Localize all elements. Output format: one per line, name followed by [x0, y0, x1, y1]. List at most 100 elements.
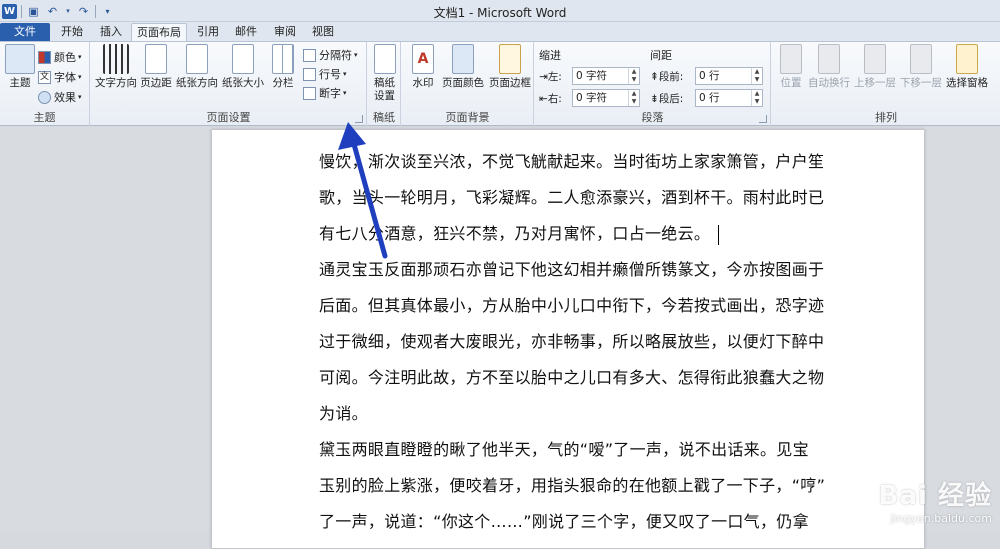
document-area[interactable]: 慢饮，渐次谈至兴浓，不觉飞觥献起来。当时街坊上家家箫管，户户笙 歌，当头一轮明月… — [0, 127, 1000, 549]
chevron-down-icon: ▾ — [78, 73, 82, 81]
indent-label: 缩进 — [539, 49, 561, 62]
wrap-text-icon — [818, 44, 840, 74]
orientation-icon — [186, 44, 208, 74]
text-line[interactable]: 通灵宝玉反面那顽石亦曾记下他这幻相并癞僧所镌篆文，今亦按图画于 — [319, 252, 824, 288]
theme-fonts-button[interactable]: 文 字体 ▾ — [38, 68, 82, 86]
text-line[interactable]: 了一声，说道：“你这个……”刚说了三个字，便又叹了一口气，仍拿 — [319, 504, 819, 540]
paragraph-dialog-launcher-icon[interactable] — [759, 115, 767, 123]
window-title: 文档1 - Microsoft Word — [433, 6, 567, 20]
spacing-before-field[interactable]: 0 行 ▲ ▼ — [695, 67, 763, 85]
spacing-before-icon: ⇞ — [650, 71, 659, 83]
spinner-arrows-icon[interactable]: ▲ ▼ — [628, 68, 639, 84]
group-label: 主题 — [33, 111, 56, 124]
line-numbers-button[interactable]: 行号 ▾ — [303, 65, 347, 83]
text-direction-icon — [103, 44, 129, 74]
indent-right-field[interactable]: 0 字符 ▲ ▼ — [572, 89, 640, 107]
tab-insert[interactable]: 插入 — [96, 23, 126, 42]
paragraph-group: 缩进 间距 ⇥左: 0 字符 ▲ ▼ ⇤右: 0 字符 ▲ ▼ ⇞段前: 0 行 ▲ ▼ ⇟… — [535, 42, 771, 126]
effects-icon — [38, 90, 51, 104]
page-borders-icon — [499, 44, 521, 74]
tab-page-layout[interactable]: 页面布局 — [131, 23, 187, 42]
page-borders-button[interactable]: 页面边框 — [487, 44, 533, 90]
line-numbers-icon — [303, 67, 316, 81]
theme-group: 主题 颜色 ▾ 文 字体 ▾ 效果 ▾ 主题 — [0, 42, 90, 126]
margins-button[interactable]: 页边距 — [139, 44, 173, 90]
text-direction-button[interactable]: 文字方向 — [93, 44, 139, 90]
tab-view[interactable]: 视图 — [308, 23, 338, 42]
group-label: 页面背景 — [445, 111, 490, 124]
baidu-jingyan-watermark: Bai 经验 jingyan.baidu.com — [879, 475, 992, 525]
orientation-button[interactable]: 纸张方向 — [175, 44, 219, 90]
watermark-url: jingyan.baidu.com — [890, 512, 992, 525]
draft-settings-button[interactable]: 稿纸 设置 — [369, 44, 400, 103]
chevron-down-icon: ▾ — [78, 93, 82, 101]
tab-file[interactable]: 文件 — [0, 23, 50, 42]
draft-paper-icon — [373, 44, 396, 74]
spacing-after-label: ⇟段后: — [650, 93, 684, 105]
indent-left-icon: ⇥ — [539, 71, 548, 83]
bring-forward-button[interactable]: 上移一层 — [852, 44, 898, 90]
text-cursor — [718, 224, 720, 245]
page-background-group: A 水印 页面颜色 页面边框 页面背景 — [402, 42, 534, 126]
page-color-button[interactable]: 页面颜色 — [440, 44, 486, 90]
selection-pane-icon — [956, 44, 978, 74]
spinner-arrows-icon[interactable]: ▲ ▼ — [751, 90, 762, 106]
send-backward-button[interactable]: 下移一层 — [898, 44, 944, 90]
arrange-group: 位置 自动换行 上移一层 下移一层 选择窗格 排列 — [772, 42, 1000, 126]
spinner-arrows-icon[interactable]: ▲ ▼ — [628, 90, 639, 106]
text-line[interactable]: 慢饮，渐次谈至兴浓，不觉飞觥献起来。当时街坊上家家箫管，户户笙 — [319, 144, 824, 180]
tab-references[interactable]: 引用 — [193, 23, 223, 42]
tab-home[interactable]: 开始 — [57, 23, 87, 42]
theme-button[interactable]: 主题 — [4, 44, 36, 90]
indent-left-field[interactable]: 0 字符 ▲ ▼ — [572, 67, 640, 85]
hyphenation-button[interactable]: 断字 ▾ — [303, 84, 347, 102]
title-bar: W ▣ ↶ ▾ ↷ ▾ 文档1 - Microsoft Word — [0, 0, 1000, 22]
document-page[interactable]: 慢饮，渐次谈至兴浓，不觉飞觥献起来。当时街坊上家家箫管，户户笙 歌，当头一轮明月… — [211, 129, 925, 549]
text-line[interactable]: 后面。但其真体最小，方从胎中小儿口中衔下，今若按式画出，恐字迹 — [319, 288, 824, 324]
indent-right-icon: ⇤ — [539, 93, 548, 105]
fonts-icon: 文 — [38, 70, 51, 84]
text-line[interactable]: 玉别的脸上紫涨，便咬着牙，用指头狠命的在他额上戳了一下子，“哼” — [319, 468, 825, 504]
size-button[interactable]: 纸张大小 — [220, 44, 266, 90]
columns-button[interactable]: 分栏 — [269, 44, 297, 90]
page-setup-dialog-launcher-icon[interactable] — [355, 115, 363, 123]
theme-colors-button[interactable]: 颜色 ▾ — [38, 48, 82, 66]
send-backward-icon — [910, 44, 932, 74]
position-button[interactable]: 位置 — [774, 44, 808, 90]
chevron-down-icon: ▾ — [343, 70, 347, 78]
page-color-icon — [452, 44, 474, 74]
watermark-icon: A — [412, 44, 434, 74]
tab-mailings[interactable]: 邮件 — [231, 23, 261, 42]
chevron-down-icon: ▾ — [343, 89, 347, 97]
text-line[interactable]: 可阅。今注明此故，方不至以胎中之儿口有多大、怎得衔此狼蠢大之物 — [319, 360, 824, 396]
breaks-icon — [303, 48, 316, 62]
tab-review[interactable]: 审阅 — [270, 23, 300, 42]
text-line[interactable]: 有七八分酒意，狂兴不禁，乃对月寓怀，口占一绝云。 — [319, 216, 819, 252]
watermark-logo: Bai 经验 — [878, 481, 992, 511]
indent-left-label: ⇥左: — [539, 71, 562, 83]
document-body[interactable]: 慢饮，渐次谈至兴浓，不觉飞觥献起来。当时街坊上家家箫管，户户笙 歌，当头一轮明月… — [319, 144, 825, 540]
selection-pane-button[interactable]: 选择窗格 — [944, 44, 990, 90]
theme-effects-button[interactable]: 效果 ▾ — [38, 88, 82, 106]
spacing-after-field[interactable]: 0 行 ▲ ▼ — [695, 89, 763, 107]
spacing-after-icon: ⇟ — [650, 93, 659, 105]
breaks-button[interactable]: 分隔符 ▾ — [303, 46, 358, 64]
spacing-before-label: ⇞段前: — [650, 71, 684, 83]
ribbon-tab-row: 文件 开始 插入 页面布局 引用 邮件 审阅 视图 — [0, 22, 1000, 42]
colors-icon — [38, 50, 51, 64]
watermark-button[interactable]: A 水印 — [408, 44, 438, 90]
bring-forward-icon — [864, 44, 886, 74]
text-line[interactable]: 为诮。 — [319, 396, 819, 432]
group-label: 页面设置 — [206, 111, 251, 124]
spacing-label: 间距 — [650, 49, 672, 62]
position-icon — [780, 44, 802, 74]
ribbon: 主题 颜色 ▾ 文 字体 ▾ 效果 ▾ 主题 文字方向 页边距 纸张方向 纸张大… — [0, 41, 1000, 126]
wrap-text-button[interactable]: 自动换行 — [806, 44, 852, 90]
text-line[interactable]: 歌，当头一轮明月，飞彩凝辉。二人愈添豪兴，酒到杯干。雨村此时已 — [319, 180, 824, 216]
text-line[interactable]: 过于微细，使观者大废眼光，亦非畅事，所以略展放些，以便灯下醉中 — [319, 324, 824, 360]
paper-size-icon — [232, 44, 254, 74]
group-label: 段落 — [641, 111, 664, 124]
text-line[interactable]: 黛玉两眼直瞪瞪的瞅了他半天，气的“嗳”了一声，说不出话来。见宝 — [319, 432, 819, 468]
margins-icon — [145, 44, 167, 74]
spinner-arrows-icon[interactable]: ▲ ▼ — [751, 68, 762, 84]
